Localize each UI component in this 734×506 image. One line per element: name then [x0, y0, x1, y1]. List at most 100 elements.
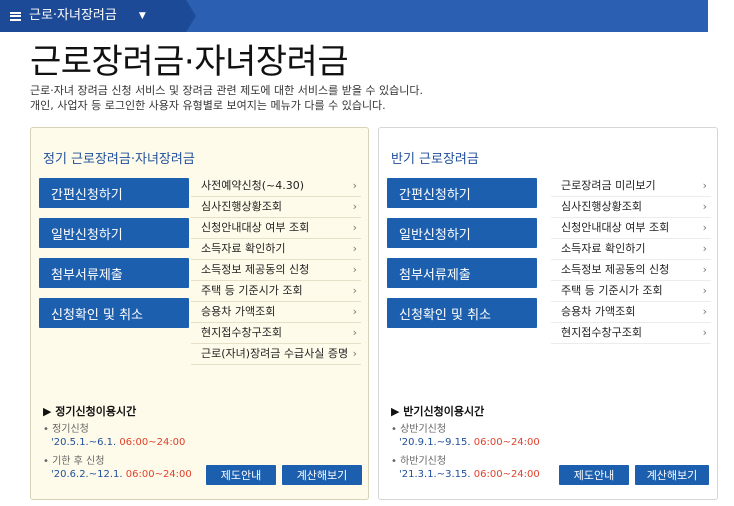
- link-label: 심사진행상황조회: [201, 200, 282, 213]
- period-label: 정기신청: [43, 423, 185, 436]
- panel-title: 정기 근로장려금·자녀장려금: [43, 152, 195, 167]
- period-late: 기한 후 신청 '20.6.2.~12.1. 06:00~24:00: [43, 455, 192, 481]
- chevron-right-icon: ›: [352, 284, 357, 297]
- chevron-right-icon: ›: [702, 284, 707, 297]
- link-label: 승용차 가액조회: [201, 305, 276, 318]
- link-item[interactable]: 소득정보 제공동의 신청 ›: [191, 260, 361, 281]
- period-label: 상반기신청: [391, 423, 540, 436]
- description-line: 개인, 사업자 등 로그인한 사용자 유형별로 보여지는 메뉴가 다를 수 있습…: [30, 99, 386, 112]
- chevron-right-icon: ›: [352, 305, 357, 318]
- link-item[interactable]: 사전예약신청(~4.30) ›: [191, 176, 361, 197]
- link-item[interactable]: 주택 등 기준시가 조회 ›: [191, 281, 361, 302]
- period-date: '20.6.2.~12.1. 06:00~24:00: [43, 468, 192, 481]
- link-label: 소득정보 제공동의 신청: [201, 263, 310, 276]
- period-label: 하반기신청: [391, 455, 540, 468]
- general-apply-button[interactable]: 일반신청하기: [39, 218, 189, 248]
- chevron-right-icon: ›: [352, 326, 357, 339]
- link-item[interactable]: 근로장려금 미리보기 ›: [551, 176, 711, 197]
- simple-apply-button[interactable]: 간편신청하기: [39, 178, 189, 208]
- check-cancel-button[interactable]: 신청확인 및 취소: [39, 298, 189, 328]
- chevron-right-icon: ›: [352, 263, 357, 276]
- link-item[interactable]: 소득자료 확인하기 ›: [551, 239, 711, 260]
- link-item[interactable]: 현지접수창구조회 ›: [551, 323, 711, 344]
- chevron-right-icon: ›: [352, 221, 357, 234]
- panel-title: 반기 근로장려금: [391, 152, 479, 167]
- link-list: 사전예약신청(~4.30) › 심사진행상황조회 › 신청안내대상 여부 조회 › 소…: [191, 176, 361, 365]
- usage-time-heading: ▶ 정기신청이용시간: [43, 405, 137, 418]
- chevron-right-icon: ›: [352, 179, 357, 192]
- period-label: 기한 후 신청: [43, 455, 192, 468]
- period-date: '20.9.1.~9.15. 06:00~24:00: [391, 436, 540, 449]
- period-dates: '20.9.1.~9.15.: [399, 437, 471, 448]
- period-dates: '21.3.1.~3.15.: [399, 469, 471, 480]
- simple-apply-button[interactable]: 간편신청하기: [387, 178, 537, 208]
- chevron-right-icon: ›: [702, 263, 707, 276]
- link-label: 사전예약신청(~4.30): [201, 179, 305, 192]
- link-item[interactable]: 주택 등 기준시가 조회 ›: [551, 281, 711, 302]
- link-label: 주택 등 기준시가 조회: [561, 284, 663, 297]
- description-line: 근로·자녀 장려금 신청 서비스 및 장려금 관련 제도에 대한 서비스를 받을…: [30, 84, 424, 97]
- chevron-right-icon: ›: [702, 305, 707, 318]
- link-label: 현지접수창구조회: [201, 326, 282, 339]
- link-item[interactable]: 현지접수창구조회 ›: [191, 323, 361, 344]
- period-hours: 06:00~24:00: [125, 469, 192, 480]
- caret-down-icon: ▼: [138, 11, 146, 21]
- regular-incentive-panel: 정기 근로장려금·자녀장려금 간편신청하기 일반신청하기 첨부서류제출 신청확인…: [30, 127, 369, 500]
- chevron-right-icon: ›: [352, 242, 357, 255]
- chevron-right-icon: ›: [352, 347, 357, 360]
- chevron-right-icon: ›: [702, 179, 707, 192]
- chevron-right-icon: ›: [702, 221, 707, 234]
- link-item[interactable]: 소득자료 확인하기 ›: [191, 239, 361, 260]
- period-first-half: 상반기신청 '20.9.1.~9.15. 06:00~24:00: [391, 423, 540, 449]
- action-buttons: 간편신청하기 일반신청하기 첨부서류제출 신청확인 및 취소: [39, 178, 189, 338]
- page-title: 근로장려금·자녀장려금: [30, 42, 349, 82]
- link-label: 주택 등 기준시가 조회: [201, 284, 303, 297]
- link-item[interactable]: 심사진행상황조회 ›: [551, 197, 711, 218]
- link-label: 신청안내대상 여부 조회: [201, 221, 310, 234]
- link-item[interactable]: 신청안내대상 여부 조회 ›: [191, 218, 361, 239]
- link-item[interactable]: 근로(자녀)장려금 수급사실 증명 ›: [191, 344, 361, 365]
- action-buttons: 간편신청하기 일반신청하기 첨부서류제출 신청확인 및 취소: [387, 178, 537, 338]
- period-regular: 정기신청 '20.5.1.~6.1. 06:00~24:00: [43, 423, 185, 449]
- link-list: 근로장려금 미리보기 › 심사진행상황조회 › 신청안내대상 여부 조회 › 소득자료…: [551, 176, 711, 344]
- calculate-button[interactable]: 계산해보기: [282, 465, 362, 485]
- general-apply-button[interactable]: 일반신청하기: [387, 218, 537, 248]
- page-description: 근로·자녀 장려금 신청 서비스 및 장려금 관련 제도에 대한 서비스를 받을…: [30, 83, 423, 113]
- link-label: 승용차 가액조회: [561, 305, 636, 318]
- link-label: 소득자료 확인하기: [201, 242, 286, 255]
- period-hours: 06:00~24:00: [119, 437, 186, 448]
- link-item[interactable]: 승용차 가액조회 ›: [551, 302, 711, 323]
- link-label: 신청안내대상 여부 조회: [561, 221, 670, 234]
- chevron-right-icon: ›: [702, 326, 707, 339]
- period-dates: '20.6.2.~12.1.: [51, 469, 123, 480]
- half-year-incentive-panel: 반기 근로장려금 간편신청하기 일반신청하기 첨부서류제출 신청확인 및 취소 …: [378, 127, 718, 500]
- usage-time-heading: ▶ 반기신청이용시간: [391, 405, 485, 418]
- breadcrumb-arrow: [186, 0, 196, 32]
- submit-documents-button[interactable]: 첨부서류제출: [39, 258, 189, 288]
- link-item[interactable]: 소득정보 제공동의 신청 ›: [551, 260, 711, 281]
- link-label: 소득정보 제공동의 신청: [561, 263, 670, 276]
- chevron-right-icon: ›: [702, 242, 707, 255]
- period-second-half: 하반기신청 '21.3.1.~3.15. 06:00~24:00: [391, 455, 540, 481]
- link-label: 근로장려금 미리보기: [561, 179, 656, 192]
- system-guide-button[interactable]: 제도안내: [559, 465, 629, 485]
- period-hours: 06:00~24:00: [473, 437, 540, 448]
- breadcrumb-label: 근로·자녀장려금: [29, 8, 117, 23]
- breadcrumb-menu[interactable]: 근로·자녀장려금 ▼: [0, 0, 186, 32]
- link-label: 심사진행상황조회: [561, 200, 642, 213]
- calculate-button[interactable]: 계산해보기: [635, 465, 709, 485]
- submit-documents-button[interactable]: 첨부서류제출: [387, 258, 537, 288]
- period-date: '21.3.1.~3.15. 06:00~24:00: [391, 468, 540, 481]
- check-cancel-button[interactable]: 신청확인 및 취소: [387, 298, 537, 328]
- period-dates: '20.5.1.~6.1.: [51, 437, 117, 448]
- link-label: 소득자료 확인하기: [561, 242, 646, 255]
- chevron-right-icon: ›: [352, 200, 357, 213]
- hamburger-icon: [10, 11, 21, 21]
- system-guide-button[interactable]: 제도안내: [206, 465, 276, 485]
- link-label: 현지접수창구조회: [561, 326, 642, 339]
- link-item[interactable]: 승용차 가액조회 ›: [191, 302, 361, 323]
- period-hours: 06:00~24:00: [473, 469, 540, 480]
- chevron-right-icon: ›: [702, 200, 707, 213]
- link-item[interactable]: 신청안내대상 여부 조회 ›: [551, 218, 711, 239]
- link-item[interactable]: 심사진행상황조회 ›: [191, 197, 361, 218]
